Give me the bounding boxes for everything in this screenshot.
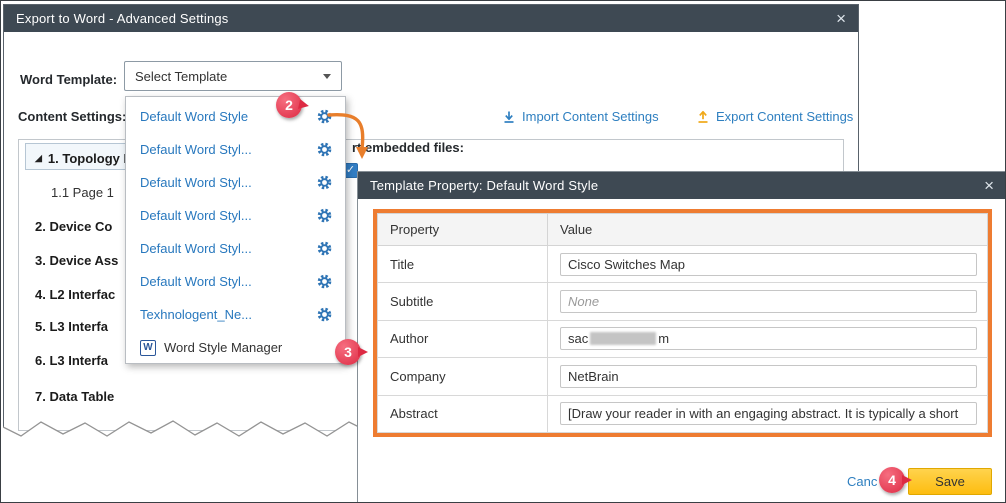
tree-item-data-table[interactable]: 7. Data Table [35, 386, 114, 406]
tree-item-l3-interface-1[interactable]: 5. L3 Interfa [35, 316, 108, 336]
export-link-label: Export Content Settings [716, 109, 853, 124]
template-select-value: Select Template [135, 69, 227, 84]
menu-item-label: Default Word Styl... [140, 274, 252, 289]
import-content-settings-link[interactable]: Import Content Settings [502, 109, 659, 124]
menu-item-word-style-2[interactable]: Default Word Styl... [126, 133, 345, 166]
gear-icon[interactable] [316, 108, 333, 125]
property-label-abstract: Abstract [378, 395, 548, 432]
import-link-label: Import Content Settings [522, 109, 659, 124]
export-content-settings-link[interactable]: Export Content Settings [696, 109, 853, 124]
menu-item-label: Word Style Manager [164, 340, 282, 355]
step-3-number: 3 [344, 344, 352, 360]
abstract-field[interactable] [560, 402, 977, 425]
template-select[interactable]: Select Template [124, 61, 342, 91]
gear-icon[interactable] [316, 240, 333, 257]
author-field[interactable]: sac m [560, 327, 977, 350]
gear-icon[interactable] [316, 174, 333, 191]
cancel-button[interactable]: Canc [847, 474, 877, 489]
property-label-author: Author [378, 320, 548, 357]
tree-item-device-assets[interactable]: 3. Device Ass [35, 250, 118, 270]
menu-item-word-style-3[interactable]: Default Word Styl... [126, 166, 345, 199]
tree-item-label: 5. L3 Interfa [35, 319, 108, 334]
callout-tail [358, 347, 368, 357]
table-row: Title [378, 246, 988, 283]
table-row: Company [378, 358, 988, 395]
callout-tail [902, 475, 912, 485]
subtitle-field[interactable] [560, 290, 977, 313]
chevron-down-icon [323, 74, 331, 79]
export-dialog-title: Export to Word - Advanced Settings [16, 11, 229, 26]
gear-icon[interactable] [316, 141, 333, 158]
import-download-icon [502, 110, 516, 124]
table-row: Abstract [378, 395, 988, 432]
author-prefix: sac [568, 331, 588, 346]
property-label-subtitle: Subtitle [378, 283, 548, 320]
table-row: Author sac m [378, 320, 988, 357]
step-2-callout: 2 [276, 92, 302, 118]
table-row: Subtitle [378, 283, 988, 320]
menu-item-label: Default Word Styl... [140, 241, 252, 256]
menu-item-label: Default Word Styl... [140, 208, 252, 223]
close-icon[interactable]: × [836, 10, 846, 27]
tree-item-label: 1. Topology M [48, 151, 134, 166]
gear-icon[interactable] [316, 306, 333, 323]
tree-item-device[interactable]: 2. Device Co [35, 216, 112, 236]
menu-item-word-style-6[interactable]: Default Word Styl... [126, 265, 345, 298]
value-column-header: Value [548, 214, 988, 246]
step-3-callout: 3 [335, 339, 361, 365]
word-style-dropdown-menu: Default Word Style Default Word Styl... … [125, 96, 346, 364]
menu-item-word-style-manager[interactable]: W Word Style Manager [126, 331, 345, 364]
tree-item-label: 7. Data Table [35, 389, 114, 404]
author-suffix: m [658, 331, 669, 346]
menu-item-word-style-4[interactable]: Default Word Styl... [126, 199, 345, 232]
menu-item-label: Texhnologent_Ne... [140, 307, 252, 322]
step-4-number: 4 [888, 472, 896, 488]
callout-tail [298, 99, 310, 111]
property-table: Property Value Title Subtitle Author sac [377, 213, 988, 433]
menu-item-texhnologent[interactable]: Texhnologent_Ne... [126, 298, 345, 331]
menu-item-default-word-style[interactable]: Default Word Style [126, 100, 345, 133]
menu-item-label: Default Word Styl... [140, 175, 252, 190]
close-icon[interactable]: × [984, 177, 994, 194]
company-field[interactable] [560, 365, 977, 388]
redacted-text [590, 332, 656, 345]
tree-item-page1[interactable]: 1.1 Page 1 [51, 182, 114, 202]
content-settings-label: Content Settings: [18, 109, 126, 124]
property-column-header: Property [378, 214, 548, 246]
screenshot-canvas: Export to Word - Advanced Settings × Wor… [0, 0, 1006, 503]
tree-item-l2-interface[interactable]: 4. L2 Interfac [35, 284, 115, 304]
tree-item-label: 6. L3 Interfa [35, 353, 108, 368]
embedded-files-label: rt embedded files: [352, 140, 464, 155]
export-dialog-titlebar: Export to Word - Advanced Settings × [4, 5, 858, 32]
menu-item-label: Default Word Style [140, 109, 248, 124]
title-field[interactable] [560, 253, 977, 276]
menu-item-label: Default Word Styl... [140, 142, 252, 157]
save-button[interactable]: Save [908, 468, 992, 495]
tree-item-label: 3. Device Ass [35, 253, 118, 268]
step-4-callout: 4 [879, 467, 905, 493]
menu-item-word-style-5[interactable]: Default Word Styl... [126, 232, 345, 265]
step-2-number: 2 [285, 97, 293, 113]
property-table-highlight-box: Property Value Title Subtitle Author sac [373, 209, 992, 437]
tree-item-label: 4. L2 Interfac [35, 287, 115, 302]
property-label-company: Company [378, 358, 548, 395]
property-label-title: Title [378, 246, 548, 283]
word-template-label: Word Template: [20, 72, 117, 87]
tree-item-l3-interface-2[interactable]: 6. L3 Interfa [35, 350, 108, 370]
tree-item-label: 1.1 Page 1 [51, 185, 114, 200]
tree-item-label: 2. Device Co [35, 219, 112, 234]
word-document-icon: W [140, 340, 156, 356]
tree-item-topology-map[interactable]: ◢ 1. Topology M [35, 148, 134, 168]
property-dialog-titlebar: Template Property: Default Word Style × [358, 172, 1006, 199]
expand-icon[interactable]: ◢ [35, 154, 42, 163]
property-dialog-title: Template Property: Default Word Style [370, 178, 598, 193]
export-upload-icon [696, 110, 710, 124]
gear-icon[interactable] [316, 273, 333, 290]
gear-icon[interactable] [316, 207, 333, 224]
template-property-dialog: Template Property: Default Word Style × … [357, 171, 1006, 503]
